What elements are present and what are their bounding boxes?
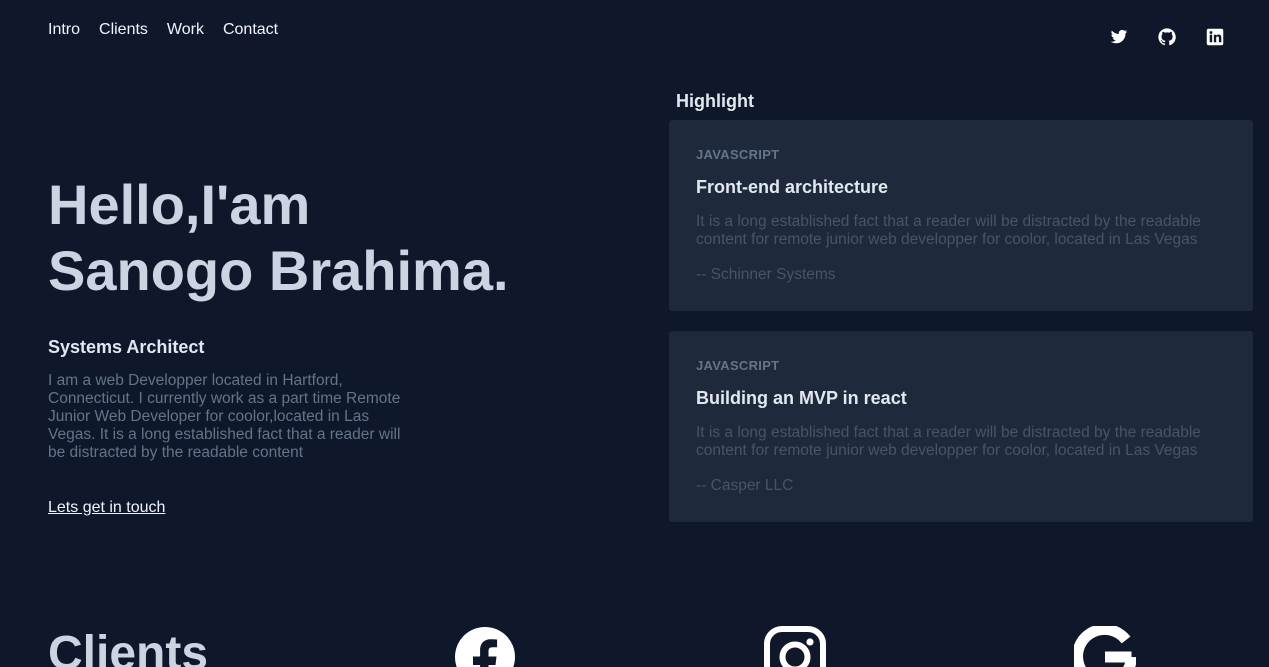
card-tag: JAVASCRIPT [696, 358, 780, 373]
card-text: It is a long established fact that a rea… [696, 424, 1201, 459]
card-title: Building an MVP in react [696, 388, 907, 408]
highlight-card[interactable]: JAVASCRIPT Front-end architecture It is … [669, 120, 1253, 311]
nav-contact[interactable]: Contact [223, 21, 278, 39]
nav-intro[interactable]: Intro [48, 21, 80, 39]
twitter-icon[interactable] [1110, 28, 1128, 46]
instagram-icon [764, 626, 826, 667]
page: Intro Clients Work Contact Hello,I'am Sa… [0, 0, 1269, 667]
highlight-card[interactable]: JAVASCRIPT Building an MVP in react It i… [669, 331, 1253, 522]
bio-text: I am a web Developper located in Hartfor… [48, 372, 401, 461]
google-icon [1074, 626, 1136, 667]
clients-title: Clients [48, 627, 209, 667]
github-icon[interactable] [1158, 28, 1176, 46]
top-nav: Intro Clients Work Contact [48, 21, 278, 39]
card-author: -- Schinner Systems [696, 266, 836, 283]
card-tag: JAVASCRIPT [696, 147, 780, 162]
job-title: Systems Architect [48, 337, 205, 357]
card-author: -- Casper LLC [696, 477, 794, 494]
card-text: It is a long established fact that a rea… [696, 213, 1201, 248]
nav-work[interactable]: Work [167, 21, 204, 39]
facebook-icon [455, 627, 515, 667]
hero-title-line2: Sanogo Brahima. [48, 239, 509, 302]
card-title: Front-end architecture [696, 177, 889, 197]
nav-clients[interactable]: Clients [99, 21, 148, 39]
highlight-heading: Highlight [676, 91, 754, 111]
social-links [1110, 28, 1224, 46]
hero-title: Hello,I'am Sanogo Brahima. [48, 172, 608, 304]
hero-title-line1: Hello,I'am [48, 173, 311, 236]
get-in-touch-link[interactable]: Lets get in touch [48, 499, 165, 517]
linkedin-icon[interactable] [1206, 28, 1224, 46]
